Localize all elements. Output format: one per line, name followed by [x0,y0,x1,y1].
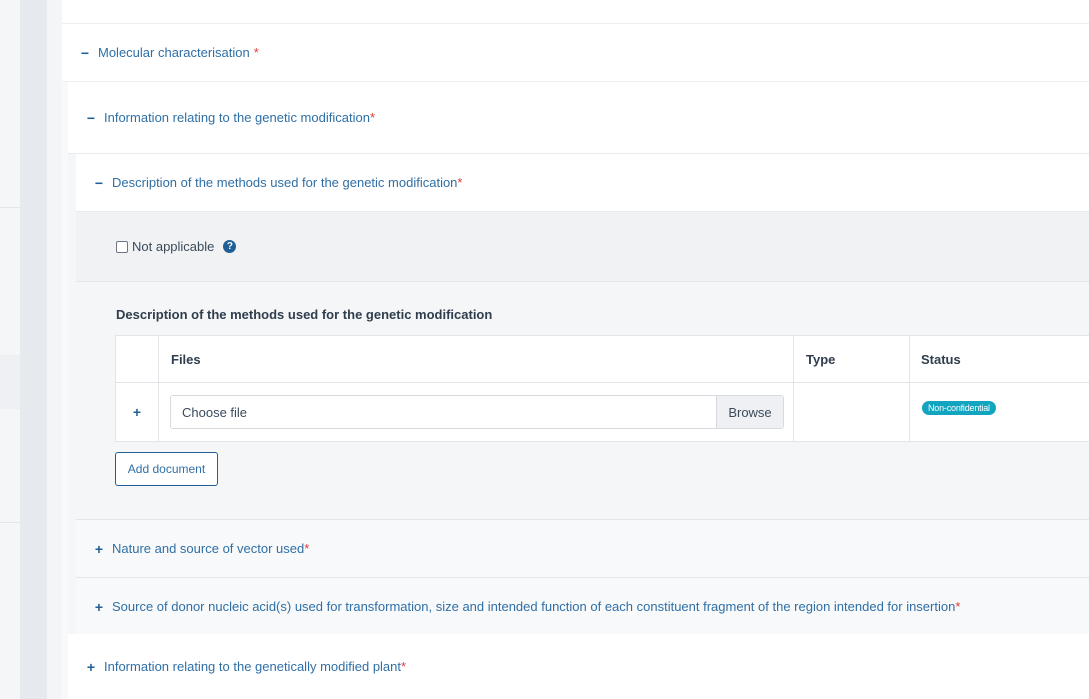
section-title[interactable]: Source of donor nucleic acid(s) used for… [112,599,955,614]
expand-icon[interactable]: + [92,541,106,557]
files-table: Files Type Status + Choose file Browse N… [115,335,1089,442]
required-marker: * [369,110,375,125]
left-scroll-bar [20,0,47,699]
column-divider [793,336,794,441]
section-title[interactable]: Molecular characterisation [98,45,250,60]
required-marker: * [304,541,310,556]
section-methods-description[interactable]: − Description of the methods used for th… [76,154,1089,212]
section-title[interactable]: Information relating to the genetically … [104,659,401,674]
section-genetically-modified-plant[interactable]: + Information relating to the geneticall… [68,634,1089,699]
required-marker: * [253,45,259,60]
header-divider [116,382,1089,383]
not-applicable-checkbox[interactable] [116,240,128,253]
left-highlight [0,355,20,409]
section-title[interactable]: Description of the methods used for the … [112,175,457,190]
file-input-placeholder[interactable]: Choose file [171,405,716,420]
collapse-icon[interactable]: − [92,175,106,191]
browse-button[interactable]: Browse [716,396,783,428]
expand-icon[interactable]: + [92,599,106,615]
section-vector-source[interactable]: + Nature and source of vector used * [76,520,1089,578]
collapse-icon[interactable]: − [84,110,98,126]
required-marker: * [457,175,463,190]
add-row-icon[interactable]: + [116,383,158,441]
section-title[interactable]: Nature and source of vector used [112,541,304,556]
column-header-files: Files [171,351,201,367]
column-header-status: Status [921,351,961,367]
question-circle-icon[interactable]: ? [223,240,237,253]
file-input[interactable]: Choose file Browse [170,395,784,429]
section-title[interactable]: Information relating to the genetic modi… [104,110,370,125]
collapse-icon[interactable]: − [78,45,92,61]
documents-title: Description of the methods used for the … [116,307,493,322]
required-marker: * [401,659,407,674]
previous-section-footer [62,0,1089,24]
column-divider [158,336,159,441]
left-divider [0,522,20,523]
section-donor-nucleic-acid[interactable]: + Source of donor nucleic acid(s) used f… [76,578,1089,636]
required-marker: * [955,599,961,614]
left-divider [0,207,20,208]
status-badge: Non-confidential [922,401,996,415]
not-applicable-label[interactable]: Not applicable [132,239,214,254]
left-rail [0,0,20,699]
column-header-type: Type [806,351,836,367]
expand-icon[interactable]: + [84,659,98,675]
molecular-characterisation-panel: − Information relating to the genetic mo… [68,82,1089,699]
column-divider [909,336,910,441]
not-applicable-row: Not applicable ? [76,212,1089,282]
form-main: − Molecular characterisation * − Informa… [62,0,1089,699]
section-molecular-characterisation[interactable]: − Molecular characterisation * [62,24,1089,82]
add-document-button[interactable]: Add document [115,452,218,486]
section-genetic-modification[interactable]: − Information relating to the genetic mo… [68,82,1089,154]
documents-block: Description of the methods used for the … [76,282,1089,520]
genetic-modification-panel: − Description of the methods used for th… [76,154,1089,636]
